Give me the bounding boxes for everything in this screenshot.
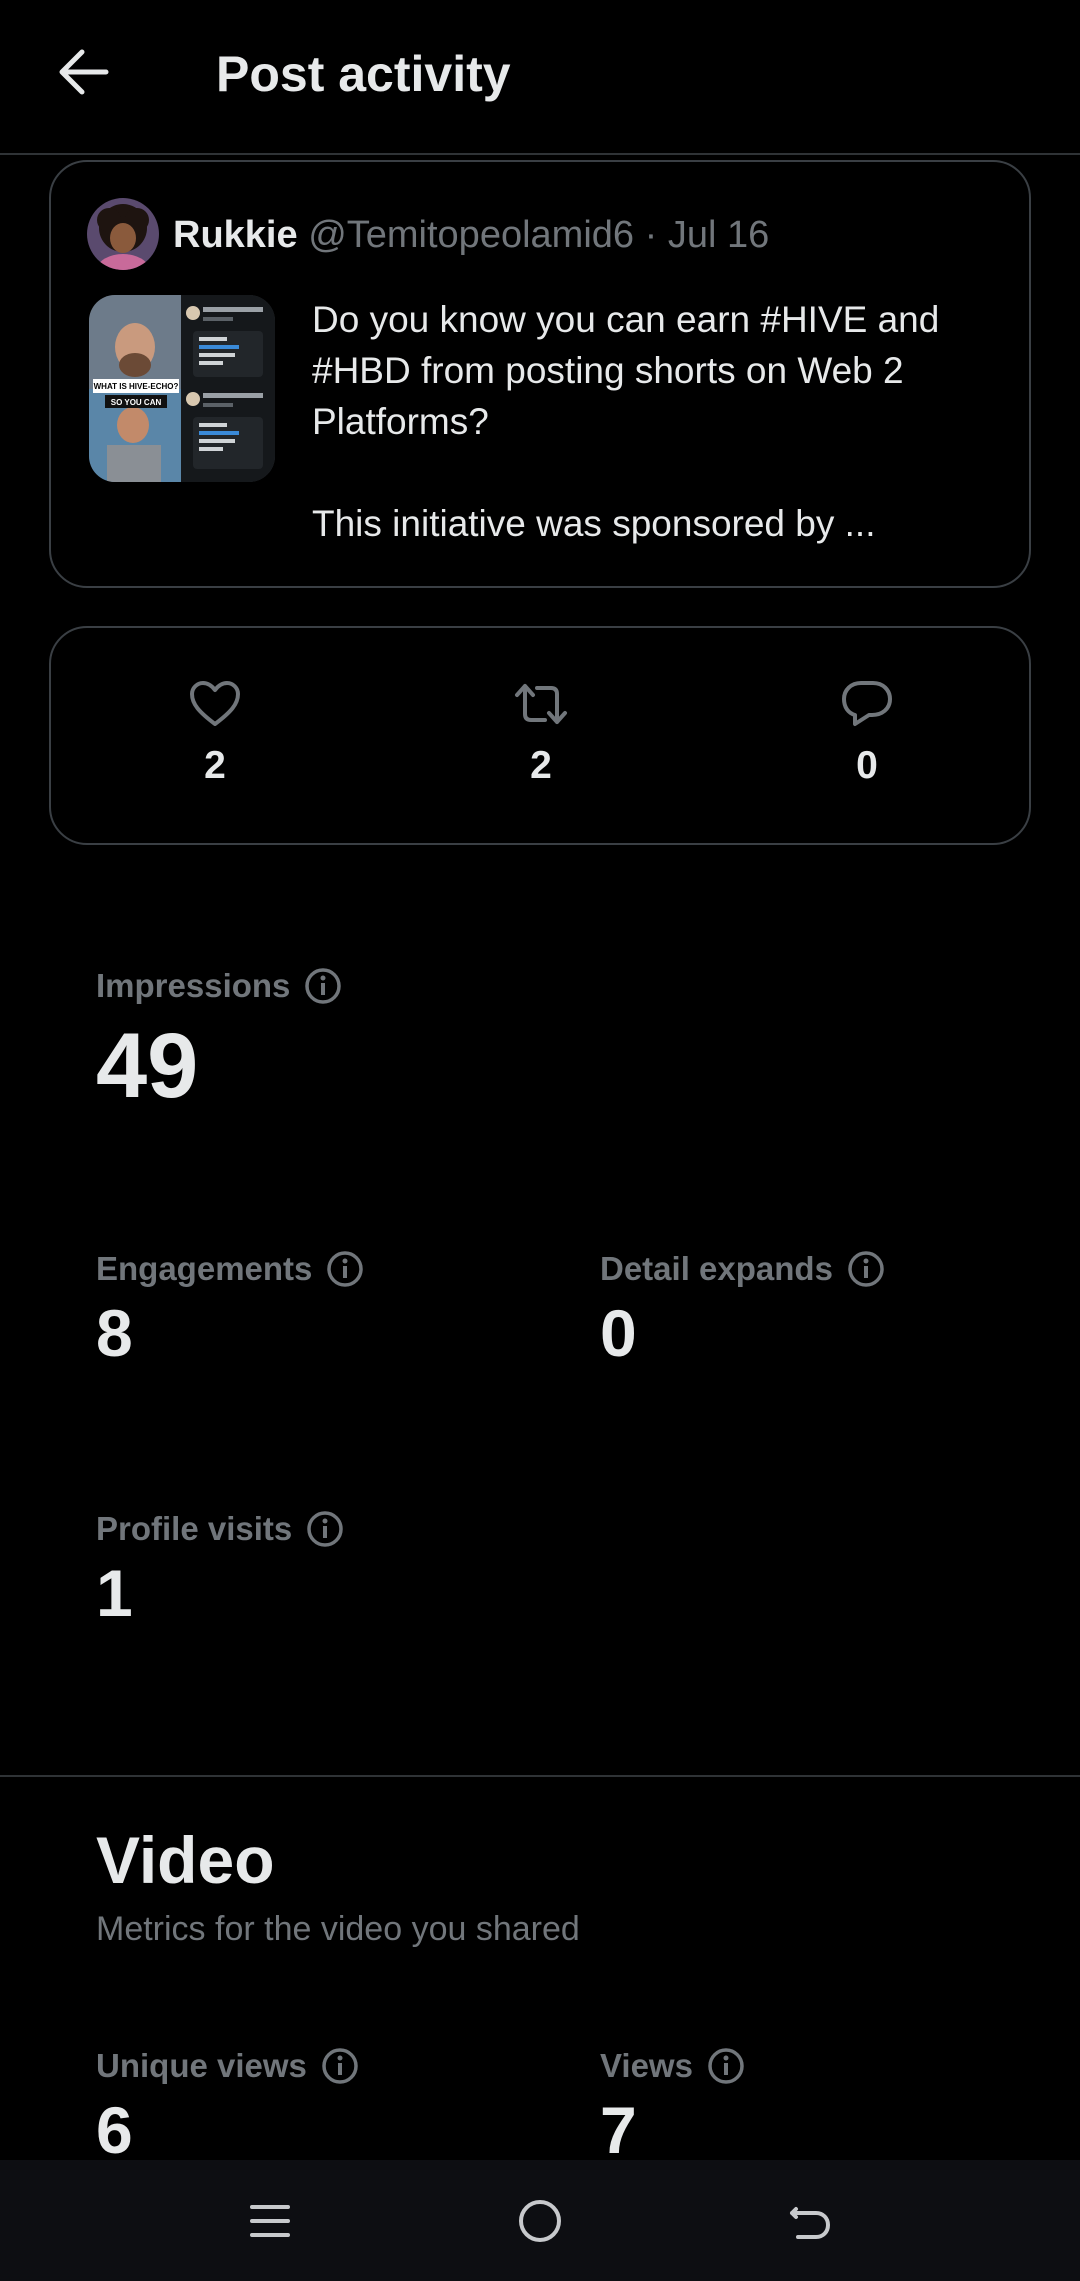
top-app-bar: Post activity	[0, 0, 1080, 155]
views-metric: Views 7	[600, 2044, 745, 2166]
info-icon[interactable]	[304, 967, 342, 1005]
views-label: Views	[600, 2047, 693, 2084]
heart-icon	[190, 681, 240, 726]
post-text-line-2: This initiative was sponsored by ...	[312, 503, 876, 544]
recent-apps-button[interactable]	[237, 2188, 303, 2254]
impressions-value: 49	[96, 1015, 199, 1117]
info-icon[interactable]	[321, 2047, 359, 2085]
section-divider	[0, 1775, 1080, 1777]
info-icon[interactable]	[707, 2047, 745, 2085]
reposts-count: 2	[530, 744, 552, 787]
page-title: Post activity	[216, 46, 511, 102]
system-back-button[interactable]	[777, 2188, 843, 2254]
home-circle-icon	[519, 2200, 561, 2242]
replies-count: 0	[856, 744, 878, 787]
author-name[interactable]: Rukkie	[173, 214, 298, 256]
profile-visits-label: Profile visits	[96, 1510, 293, 1547]
thumbnail-caption-1: WHAT IS HIVE-ECHO?	[94, 382, 179, 391]
video-thumbnail[interactable]: WHAT IS HIVE-ECHO? SO YOU CAN	[89, 295, 275, 482]
views-value: 7	[600, 2093, 637, 2167]
info-icon[interactable]	[847, 1250, 885, 1288]
unique-views-value: 6	[96, 2093, 133, 2167]
post-preview-card[interactable]: Rukkie @Temitopeolamid6 · Jul 16 WHAT IS…	[49, 160, 1031, 588]
reply-bubble-icon	[842, 681, 892, 726]
profile-visits-value: 1	[96, 1556, 133, 1630]
back-button[interactable]	[52, 40, 116, 104]
repost-icon	[515, 684, 567, 724]
avatar[interactable]	[87, 198, 159, 270]
info-icon[interactable]	[326, 1250, 364, 1288]
unique-views-metric: Unique views 6	[96, 2044, 359, 2166]
likes-stat: 2	[155, 680, 275, 788]
author-handle[interactable]: @Temitopeolamid6	[308, 214, 634, 256]
menu-lines-icon	[250, 2205, 290, 2237]
likes-count: 2	[204, 744, 226, 787]
info-icon[interactable]	[306, 1510, 344, 1548]
author-line: Rukkie @Temitopeolamid6 · Jul 16	[173, 210, 769, 260]
impressions-label: Impressions	[96, 967, 291, 1004]
video-section-title: Video	[96, 1823, 275, 1897]
arrow-left-icon	[59, 49, 109, 95]
separator-dot: ·	[644, 214, 658, 256]
video-section-subtitle: Metrics for the video you shared	[96, 1910, 580, 1948]
detail-expands-label: Detail expands	[600, 1250, 833, 1287]
system-navigation-bar	[0, 2160, 1080, 2281]
back-return-icon	[790, 2207, 830, 2239]
home-button[interactable]	[507, 2188, 573, 2254]
engagements-metric: Engagements 8	[96, 1247, 364, 1369]
profile-visits-metric: Profile visits 1	[96, 1507, 344, 1629]
unique-views-label: Unique views	[96, 2047, 307, 2084]
detail-expands-value: 0	[600, 1296, 637, 1370]
reposts-stat: 2	[481, 680, 601, 788]
post-text[interactable]: Do you know you can earn #HIVE and #HBD …	[312, 294, 1002, 549]
post-text-line-1: Do you know you can earn #HIVE and #HBD …	[312, 299, 940, 442]
engagements-value: 8	[96, 1296, 133, 1370]
detail-expands-metric: Detail expands 0	[600, 1247, 885, 1369]
thumbnail-caption-2: SO YOU CAN	[111, 398, 162, 407]
engagement-summary-card: 2 2 0	[49, 626, 1031, 845]
post-date: Jul 16	[667, 214, 770, 256]
impressions-metric: Impressions 49	[96, 964, 342, 1116]
replies-stat: 0	[807, 680, 927, 788]
engagements-label: Engagements	[96, 1250, 313, 1287]
